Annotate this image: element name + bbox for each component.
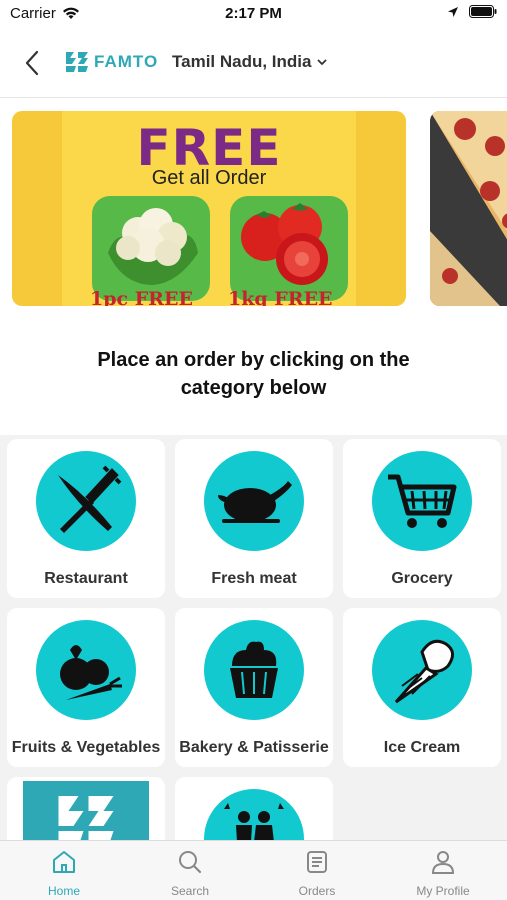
logo-text: FAMTO [94, 52, 159, 71]
tab-label: Home [47, 884, 80, 898]
clock: 2:17 PM [225, 5, 282, 22]
tab-label: Search [170, 884, 210, 898]
category-card-grocery[interactable]: Grocery [343, 439, 501, 598]
battery-icon [469, 5, 497, 18]
wedding-couple-icon [224, 803, 284, 840]
famto-logo[interactable]: FAMTO [64, 50, 158, 74]
category-card-bakery[interactable]: Bakery & Patisserie [175, 608, 333, 767]
location-selector[interactable]: Tamil Nadu, India [172, 52, 328, 72]
banner-carousel[interactable]: FREE Get all Order 1pc FREE 1kg FREE [0, 98, 507, 312]
ice-cream-icon [394, 639, 454, 704]
category-card-ice-cream[interactable]: Ice Cream [343, 608, 501, 767]
tab-orders[interactable]: Orders [257, 849, 377, 898]
location-label: Tamil Nadu, India [172, 52, 312, 71]
category-grid: Restaurant Fresh meat Grocery Fruits & V… [0, 435, 507, 840]
shopping-cart-icon [388, 474, 457, 528]
category-card-famto[interactable] [7, 777, 165, 840]
back-arrow-icon[interactable] [18, 46, 48, 80]
category-label: Ice Cream [383, 739, 461, 756]
app-header: FAMTO Tamil Nadu, India [0, 28, 507, 98]
pizza-banner[interactable] [430, 111, 507, 306]
category-label: Bakery & Patisserie [179, 739, 329, 756]
category-card-fresh-meat[interactable]: Fresh meat [175, 439, 333, 598]
cauliflower-image [108, 208, 198, 285]
bottom-tab-bar: Home Search Orders My Profile [0, 840, 507, 900]
banner-label-right: 1kg FREE [228, 288, 333, 306]
roast-chicken-icon [218, 481, 292, 523]
fork-knife-icon [58, 465, 122, 533]
category-card-wedding[interactable] [175, 777, 333, 840]
search-icon [179, 851, 202, 874]
tomato-image [241, 203, 328, 285]
tab-search[interactable]: Search [130, 849, 250, 898]
promo-banner[interactable]: FREE Get all Order 1pc FREE 1kg FREE [12, 111, 406, 306]
home-icon [53, 851, 75, 873]
category-label: Fruits & Vegetables [11, 739, 161, 756]
category-card-restaurant[interactable]: Restaurant [7, 439, 165, 598]
chevron-down-icon [317, 59, 328, 66]
category-label: Fresh meat [211, 570, 297, 587]
cupcake-icon [230, 641, 278, 698]
status-bar: Carrier 2:17 PM [0, 0, 507, 28]
location-arrow-icon [448, 6, 458, 17]
category-card-fruits-vegetables[interactable]: Fruits & Vegetables [7, 608, 165, 767]
orders-icon [307, 851, 327, 873]
vegetables-icon [60, 645, 122, 700]
pizza-image [430, 111, 507, 306]
profile-icon [431, 851, 455, 874]
category-label: Grocery [391, 570, 453, 587]
tab-my-profile[interactable]: My Profile [383, 849, 503, 898]
banner-subtitle: Get all Order [151, 167, 267, 189]
famto-logo-icon [66, 52, 88, 72]
tab-label: My Profile [416, 884, 470, 898]
tab-home[interactable]: Home [4, 849, 124, 898]
category-label: Restaurant [44, 570, 128, 587]
category-prompt: Place an order by clicking on the catego… [0, 312, 507, 435]
banner-label-left: 1pc FREE [90, 288, 193, 306]
tab-label: Orders [298, 884, 336, 898]
famto-logo-icon [58, 796, 114, 840]
